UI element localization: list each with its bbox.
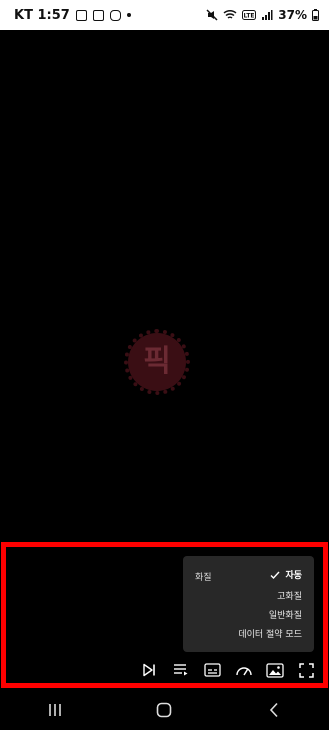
navigation-bar [0, 690, 329, 730]
speed-icon [236, 667, 252, 676]
volte-icon: LTE [242, 10, 257, 20]
quality-selected-label: 자동 [285, 571, 302, 581]
gallery-icon [92, 9, 104, 21]
quality-menu: 화질 자동 고화질 일반화질 데이터 절약 모드 [183, 556, 314, 652]
instagram-icon [109, 9, 121, 21]
watermark-text: 픽 [143, 344, 171, 379]
check-icon [270, 571, 280, 579]
quality-menu-title: 화질 [195, 573, 212, 583]
svg-text:LTE: LTE [244, 13, 255, 20]
home-button[interactable] [144, 695, 184, 725]
quality-option-data-saver[interactable]: 데이터 절약 모드 [238, 627, 302, 640]
playlist-icon [173, 664, 188, 676]
notification-icon [75, 9, 87, 21]
back-icon [270, 702, 278, 718]
home-icon [157, 702, 172, 718]
quality-option-high[interactable]: 고화질 [277, 589, 302, 602]
fullscreen-button[interactable] [296, 659, 318, 681]
subtitles-icon [204, 663, 221, 677]
carrier-time: KT 1:57 [14, 7, 70, 23]
recents-button[interactable] [35, 695, 75, 725]
status-left: KT 1:57 [14, 8, 131, 23]
battery-icon [312, 9, 319, 21]
fullscreen-icon [299, 662, 315, 678]
speed-button[interactable] [233, 659, 255, 681]
next-button[interactable] [138, 659, 160, 681]
mute-icon [206, 9, 218, 21]
subtitles-button[interactable] [201, 659, 223, 681]
quality-option-normal[interactable]: 일반화질 [269, 608, 302, 621]
signal-icon [262, 10, 273, 20]
player-controls [138, 658, 318, 682]
next-icon [143, 663, 155, 677]
battery-text: 37% [278, 8, 307, 22]
recents-icon [49, 704, 61, 716]
picture-icon [266, 662, 285, 678]
pick-logo: 픽 [124, 329, 190, 395]
wifi-icon [223, 9, 237, 19]
status-bar: KT 1:57 LTE 37% [0, 0, 329, 30]
status-right: LTE 37% [206, 8, 319, 22]
picture-button[interactable] [264, 659, 286, 681]
quality-option-auto[interactable]: 자동 [270, 568, 302, 581]
dot-icon [126, 13, 131, 17]
back-button[interactable] [254, 695, 294, 725]
playlist-button[interactable] [170, 659, 192, 681]
